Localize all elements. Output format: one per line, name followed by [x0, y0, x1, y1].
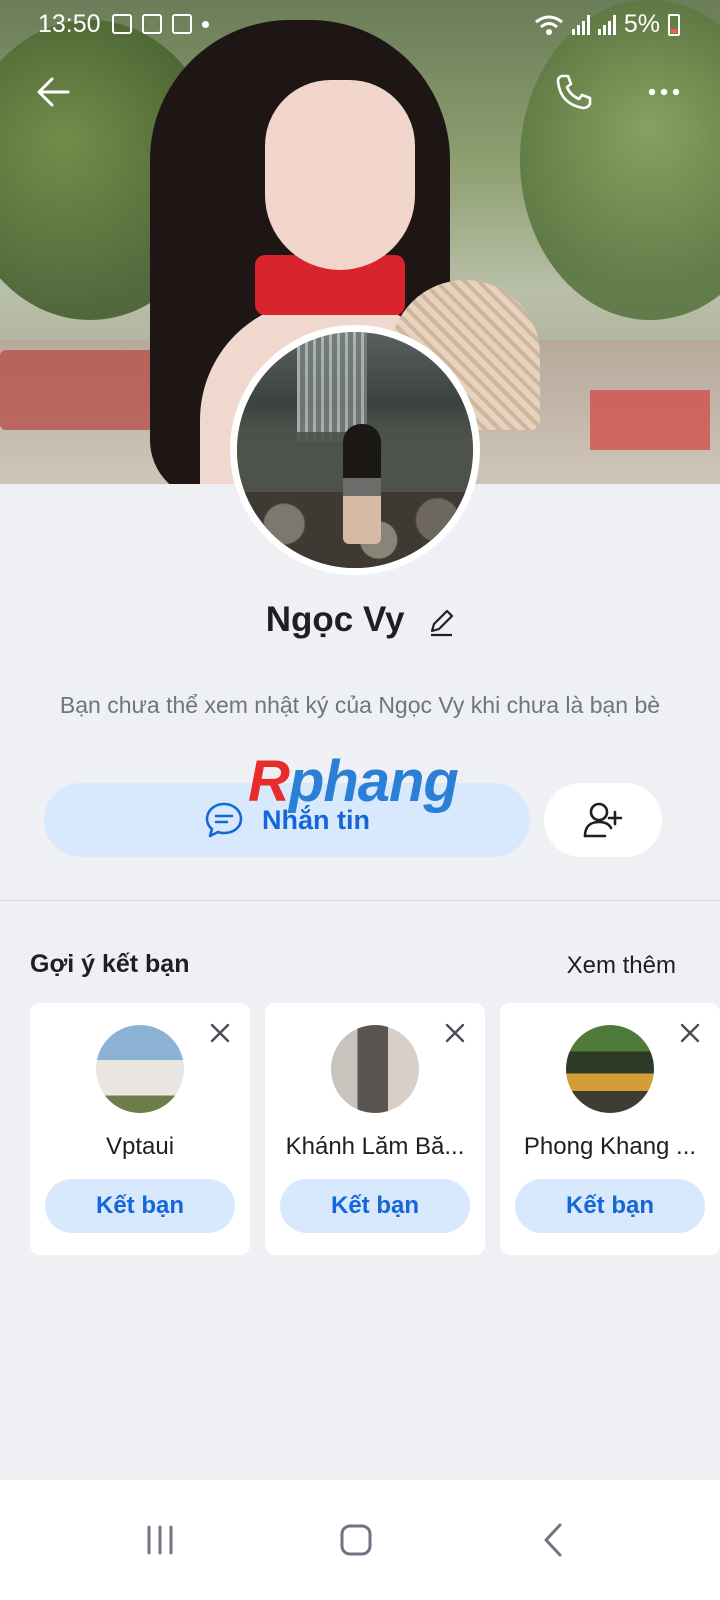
close-icon[interactable]	[208, 1021, 232, 1045]
suggestion-avatar[interactable]	[566, 1025, 654, 1113]
battery-icon	[668, 13, 680, 36]
ellipsis-icon	[648, 88, 680, 96]
back-nav-icon[interactable]	[530, 1515, 580, 1565]
app-notification-icon	[172, 14, 192, 34]
suggestion-card[interactable]: Khánh Lăm Bă... Kết bạn	[265, 1003, 485, 1255]
suggestion-card[interactable]: Phong Khang ... Kết bạn	[500, 1003, 720, 1255]
profile-name: Ngọc Vy	[265, 600, 405, 639]
close-icon[interactable]	[443, 1021, 467, 1045]
suggestion-name: Vptaui	[105, 1133, 175, 1160]
gallery-notification-icon	[112, 14, 132, 34]
add-friend-button[interactable]	[544, 783, 662, 857]
home-icon[interactable]	[332, 1515, 382, 1565]
alert-notification-icon	[142, 14, 162, 34]
suggestion-avatar[interactable]	[331, 1025, 419, 1113]
add-friend-suggestion-button[interactable]: Kết bạn	[280, 1179, 470, 1233]
phone-icon	[556, 74, 592, 110]
more-notifications-icon	[202, 20, 209, 28]
diary-restriction-note: Bạn chưa thể xem nhật ký của Ngọc Vy khi…	[59, 692, 661, 718]
suggestion-card[interactable]: Vptaui Kết bạn	[30, 1003, 250, 1255]
signal-1-icon	[571, 14, 590, 35]
pencil-icon[interactable]	[428, 607, 454, 637]
section-divider	[0, 900, 720, 901]
chat-bubble-icon	[205, 802, 243, 838]
add-friend-suggestion-button[interactable]: Kết bạn	[45, 1179, 235, 1233]
suggestion-avatar[interactable]	[96, 1025, 184, 1113]
see-more-link[interactable]: Xem thêm	[567, 952, 676, 980]
more-options-button[interactable]	[642, 70, 686, 114]
profile-name-row: Ngọc Vy	[0, 600, 720, 640]
close-icon[interactable]	[678, 1021, 702, 1045]
add-friend-suggestion-button[interactable]: Kết bạn	[515, 1179, 705, 1233]
status-time: 13:50	[38, 10, 101, 38]
recent-apps-icon[interactable]	[135, 1515, 185, 1565]
call-button[interactable]	[552, 70, 596, 114]
suggestions-title: Gợi ý kết bạn	[30, 950, 190, 978]
avatar[interactable]	[237, 332, 473, 568]
system-nav-bar	[0, 1480, 720, 1600]
wifi-icon	[534, 15, 563, 35]
suggestion-name: Khánh Lăm Bă...	[285, 1133, 465, 1160]
signal-2-icon	[597, 14, 616, 35]
status-bar: 13:50 5%	[0, 0, 720, 52]
battery-percent: 5%	[623, 10, 660, 38]
suggestion-name: Phong Khang ...	[523, 1133, 697, 1160]
arrow-left-icon	[37, 77, 70, 107]
back-button[interactable]	[32, 70, 76, 114]
add-user-icon	[583, 802, 623, 838]
watermark-logo: Rphang	[248, 749, 459, 814]
